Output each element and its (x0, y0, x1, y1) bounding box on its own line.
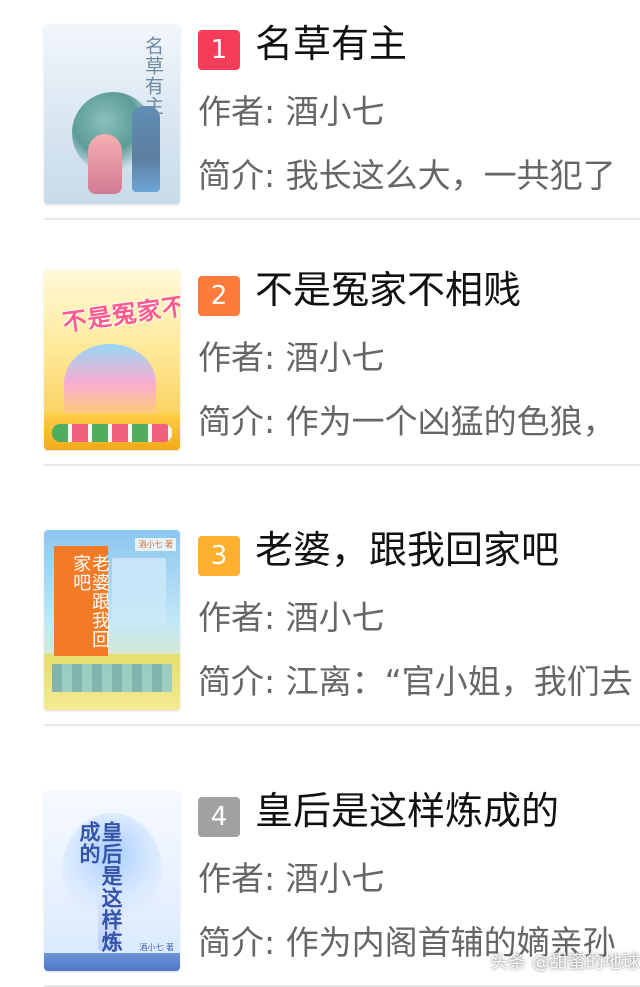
item-divider (44, 218, 640, 220)
book-title[interactable]: 名草有主 (255, 16, 407, 72)
cover-art-food-row (52, 424, 172, 442)
cover-art-building-window (112, 558, 166, 626)
book-list-item[interactable]: 不是冤家不相贱 2 不是冤家不相贱 作者: 酒小七 简介: 作为一个凶猛的色狼， (0, 246, 640, 466)
book-title[interactable]: 不是冤家不相贱 (255, 262, 521, 318)
book-intro: 简介: 我长这么大，一共犯了 (198, 156, 616, 195)
cover-title-text: 皇后是这样炼成的 (77, 821, 125, 953)
cover-art-boy-figure (132, 106, 160, 192)
book-list-item[interactable]: 老婆跟我回家吧 酒小七 著 3 老婆，跟我回家吧 作者: 酒小七 简介: 江离：… (0, 506, 640, 726)
book-ranking-list: 名草有主 1 名草有主 作者: 酒小七 简介: 我长这么大，一共犯了 不是冤家不… (0, 0, 640, 987)
book-cover[interactable]: 老婆跟我回家吧 酒小七 著 (44, 530, 180, 710)
book-title[interactable]: 皇后是这样炼成的 (255, 783, 559, 839)
book-list-item[interactable]: 皇后是这样炼成的 酒小七 著 4 皇后是这样炼成的 作者: 酒小七 简介: 作为… (0, 767, 640, 987)
cover-title-text: 不是冤家不相贱 (60, 283, 180, 338)
cover-title-text: 老婆跟我回家吧 (54, 546, 110, 656)
cover-art-girl-figure (88, 134, 122, 194)
rank-badge: 3 (198, 536, 240, 576)
book-title[interactable]: 老婆，跟我回家吧 (255, 522, 559, 578)
book-list-item[interactable]: 名草有主 1 名草有主 作者: 酒小七 简介: 我长这么大，一共犯了 (0, 0, 640, 220)
book-intro: 简介: 江离：“官小姐，我们去 (198, 662, 633, 701)
book-intro: 简介: 作为内阁首辅的嫡亲孙 (198, 923, 616, 962)
book-intro: 简介: 作为一个凶猛的色狼， (198, 402, 616, 441)
rank-badge: 1 (198, 30, 240, 70)
cover-author-text: 酒小七 著 (135, 538, 176, 551)
book-author: 作者: 酒小七 (198, 859, 385, 898)
cover-art-city-skyline (52, 664, 172, 692)
book-author: 作者: 酒小七 (198, 92, 385, 131)
cover-author-text: 酒小七 著 (139, 943, 174, 952)
book-cover[interactable]: 名草有主 (44, 24, 180, 204)
item-divider (44, 724, 640, 726)
rank-badge: 2 (198, 276, 240, 316)
book-cover[interactable]: 皇后是这样炼成的 酒小七 著 (44, 791, 180, 971)
book-cover[interactable]: 不是冤家不相贱 (44, 270, 180, 450)
book-author: 作者: 酒小七 (198, 338, 385, 377)
book-author: 作者: 酒小七 (198, 598, 385, 637)
rank-badge: 4 (198, 797, 240, 837)
cover-title-text: 名草有主 (142, 36, 164, 116)
cover-art-cartoon-characters (64, 344, 156, 422)
item-divider (44, 464, 640, 466)
